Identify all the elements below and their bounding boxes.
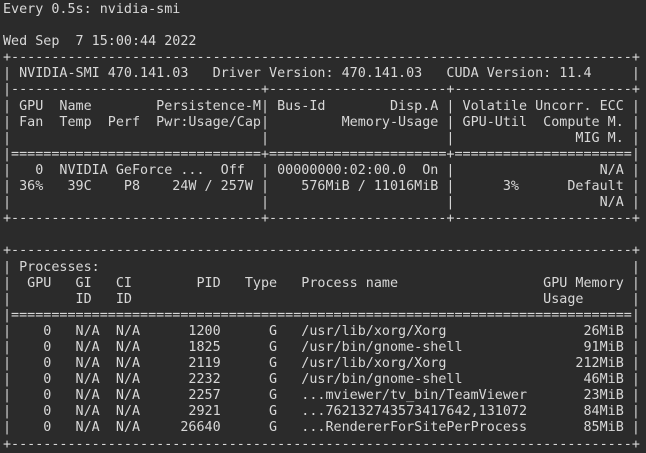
watch-header: Every 0.5s: nvidia-smi	[3, 2, 181, 17]
process-row: | 0 N/A N/A 26640 G ...RendererForSitePe…	[3, 420, 640, 436]
timestamp: Wed Sep 7 15:00:44 2022	[3, 34, 197, 50]
process-header-row: | GPU GI CI PID Type Process name GPU Me…	[3, 275, 640, 291]
gpu-header-row: | Fan Temp Perf Pwr:Usage/Cap| Memory-Us…	[3, 114, 640, 130]
terminal-window[interactable]: Every 0.5s: nvidia-smi Wed Sep 7 15:00:44…	[0, 0, 646, 453]
process-row: | 0 N/A N/A 1825 G /usr/bin/gnome-shell …	[3, 339, 640, 355]
table-border: +-------------------------------+-------…	[3, 211, 640, 227]
version-row: | NVIDIA-SMI 470.141.03 Driver Version: …	[3, 66, 640, 82]
table-border: +---------------------------------------…	[3, 50, 640, 66]
gpu-info-row: | | | N/A |	[3, 195, 640, 211]
gpu-header-row: | | | MIG M. |	[3, 130, 640, 146]
processes-title: | Processes: |	[3, 259, 640, 275]
gpu-info-row: | 0 NVIDIA GeForce ... Off | 00000000:02…	[3, 162, 640, 178]
process-header-row: | ID ID Usage |	[3, 291, 640, 307]
process-row: | 0 N/A N/A 2257 G ...mviewer/tv_bin/Tea…	[3, 388, 640, 404]
gpu-info-row: | 36% 39C P8 24W / 257W | 576MiB / 11016…	[3, 179, 640, 195]
process-row: | 0 N/A N/A 1200 G /usr/lib/xorg/Xorg 26…	[3, 323, 640, 339]
process-row: | 0 N/A N/A 2119 G /usr/lib/xorg/Xorg 21…	[3, 356, 640, 372]
table-border: +---------------------------------------…	[3, 243, 640, 259]
gpu-header-row: | GPU Name Persistence-M| Bus-Id Disp.A …	[3, 98, 640, 114]
process-row: | 0 N/A N/A 2232 G /usr/bin/gnome-shell …	[3, 372, 640, 388]
table-border: |-------------------------------+-------…	[3, 82, 640, 98]
terminal-output: Every 0.5s: nvidia-smi Wed Sep 7 15:00:44…	[3, 2, 640, 453]
table-divider: |=======================================…	[3, 307, 640, 323]
table-border: +---------------------------------------…	[3, 436, 640, 452]
table-divider: |===============================+=======…	[3, 146, 640, 162]
process-row: | 0 N/A N/A 2921 G ...762132743573417642…	[3, 404, 640, 420]
